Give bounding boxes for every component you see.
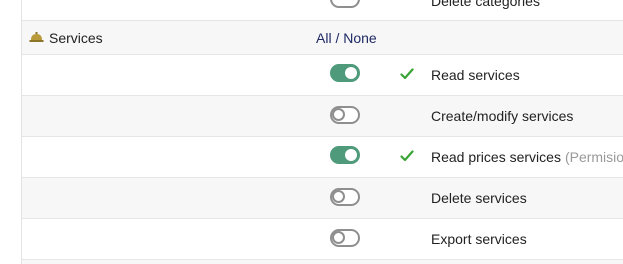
toggle-knob xyxy=(332,108,345,121)
toggle-knob xyxy=(332,231,345,244)
toggle-read-services[interactable] xyxy=(330,64,360,82)
select-all-link[interactable]: All xyxy=(316,30,332,46)
permission-row: Create/modify services xyxy=(22,96,623,137)
permission-label: Delete services xyxy=(431,190,527,206)
check-icon xyxy=(400,68,414,80)
select-all-none: All / None xyxy=(316,30,377,46)
toggle-export-services[interactable] xyxy=(330,229,360,247)
permission-label: Export services xyxy=(431,231,527,247)
permission-label: Delete categories xyxy=(431,0,540,9)
section-header-services: Services All / None xyxy=(22,21,623,55)
select-none-link[interactable]: None xyxy=(343,30,376,46)
permission-row-delete-categories: Delete categories xyxy=(22,0,623,21)
permission-row: Export services xyxy=(22,219,623,260)
permission-row-next xyxy=(22,260,623,264)
bell-icon xyxy=(29,32,44,42)
permission-hint: (Permision xyxy=(564,149,623,165)
permission-row: Delete services xyxy=(22,178,623,219)
toggle-knob xyxy=(345,149,357,161)
all-none-separator: / xyxy=(331,30,344,46)
check-icon xyxy=(400,150,414,162)
permissions-panel: Delete categories Services All / None Re… xyxy=(0,0,623,264)
permission-label: Create/modify services xyxy=(431,108,574,124)
toggle-knob xyxy=(345,67,357,79)
section-title: Services xyxy=(49,30,103,46)
toggle-knob xyxy=(332,190,345,203)
toggle-read-prices-services[interactable] xyxy=(330,146,360,164)
permission-label: Read services xyxy=(431,67,520,83)
permission-row: Read prices services(Permision xyxy=(22,137,623,178)
permission-label: Read prices services(Permision xyxy=(431,149,623,165)
toggle-delete-categories[interactable] xyxy=(330,0,360,8)
toggle-delete-services[interactable] xyxy=(330,188,360,206)
permission-row: Read services xyxy=(22,55,623,96)
toggle-create-modify-services[interactable] xyxy=(330,106,360,124)
